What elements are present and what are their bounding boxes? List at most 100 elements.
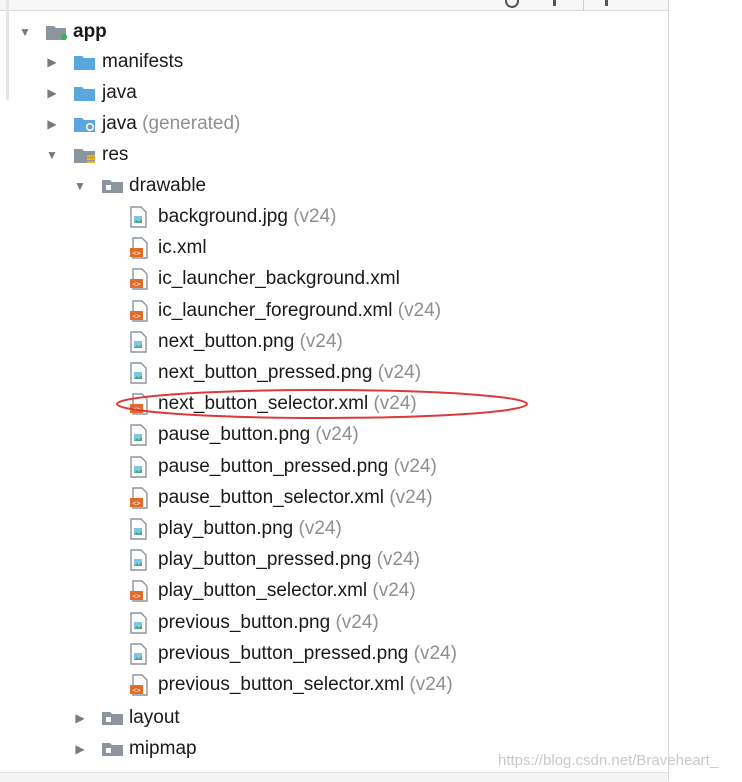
- file-qualifier: (v24): [315, 424, 359, 446]
- tree-node-file[interactable]: previous_button.png (v24): [0, 607, 668, 638]
- xml-file-icon: <>: [129, 393, 149, 420]
- tree-label-file: play_button_pressed.png (v24): [158, 544, 420, 575]
- tree-node-app[interactable]: ▼ app: [0, 16, 668, 47]
- file-qualifier: (v24): [293, 206, 337, 227]
- file-name: play_button.png: [158, 518, 294, 539]
- tree-node-file[interactable]: <> ic_launcher_background.xml: [0, 263, 668, 294]
- file-qualifier: (v24): [373, 393, 417, 415]
- collapsed-arrow-icon[interactable]: ▶: [45, 86, 59, 100]
- xml-file-icon: <>: [129, 674, 149, 701]
- tree-node-file[interactable]: <> next_button_selector.xml (v24): [0, 388, 668, 419]
- tree-node-file[interactable]: background.jpg (v24): [0, 201, 668, 232]
- expand-arrow-icon[interactable]: ▼: [18, 25, 32, 39]
- file-qualifier: (v24): [393, 455, 437, 477]
- tree-label-file: pause_button_selector.xml (v24): [158, 482, 433, 513]
- file-name: previous_button_selector.xml: [158, 674, 405, 695]
- xml-file-icon: <>: [129, 299, 149, 327]
- resource-folder-icon: [73, 146, 97, 169]
- file-qualifier: (v24): [397, 299, 442, 321]
- module-folder-icon: [45, 23, 69, 46]
- file-name: next_button_selector.xml: [158, 393, 369, 415]
- tree-node-file[interactable]: play_button.png (v24): [0, 513, 668, 544]
- tree-label-file: ic_launcher_background.xml: [158, 263, 400, 294]
- tree-label-file: play_button.png (v24): [158, 513, 342, 544]
- tree-node-file[interactable]: <> play_button_selector.xml (v24): [0, 575, 668, 606]
- collapsed-arrow-icon[interactable]: ▶: [73, 742, 87, 756]
- file-name: previous_button_pressed.png: [158, 642, 409, 664]
- xml-file-icon: <>: [129, 268, 149, 295]
- file-name: pause_button_selector.xml: [158, 486, 385, 508]
- tree-node-file[interactable]: previous_button_pressed.png (v24): [0, 638, 668, 669]
- tree-label-manifests: manifests: [102, 51, 184, 72]
- tree-node-file[interactable]: <> previous_button_selector.xml (v24): [0, 669, 668, 700]
- tree-label-java-generated: java (generated): [102, 113, 241, 134]
- image-file-icon: [129, 611, 147, 639]
- folder-icon: [73, 53, 97, 76]
- tree-node-file[interactable]: pause_button_pressed.png (v24): [0, 451, 668, 482]
- file-name: ic_launcher_background.xml: [158, 268, 400, 290]
- xml-file-icon: <>: [129, 487, 149, 514]
- tree-label-file: previous_button_selector.xml (v24): [158, 669, 453, 700]
- image-file-icon: [129, 206, 147, 233]
- collapse-icon[interactable]: [553, 0, 556, 6]
- hide-icon[interactable]: [605, 0, 608, 6]
- tree-node-file[interactable]: <> ic_launcher_foreground.xml (v24): [0, 295, 668, 326]
- tree-node-file[interactable]: next_button_pressed.png (v24): [0, 357, 668, 388]
- tree-node-drawable[interactable]: ▼ drawable: [0, 170, 668, 201]
- panel-toolbar: [0, 0, 668, 11]
- svg-text:<>: <>: [132, 593, 140, 601]
- folder-icon: [101, 741, 125, 762]
- tree-node-manifests[interactable]: ▶ manifests: [0, 46, 668, 77]
- tree-label-file: pause_button_pressed.png (v24): [158, 451, 437, 482]
- tree-node-file[interactable]: <> ic.xml: [0, 232, 668, 263]
- file-qualifier: (v24): [377, 362, 422, 383]
- tree-node-file[interactable]: next_button.png (v24): [0, 326, 668, 357]
- svg-text:<>: <>: [132, 281, 140, 289]
- tree-label-file: pause_button.png (v24): [158, 419, 359, 450]
- tree-node-file[interactable]: play_button_pressed.png (v24): [0, 544, 668, 575]
- file-name: pause_button.png: [158, 424, 311, 446]
- tree-label-mipmap: mipmap: [129, 738, 197, 759]
- expand-arrow-icon[interactable]: ▼: [45, 148, 59, 162]
- file-qualifier: (v24): [372, 580, 416, 602]
- file-qualifier: (v24): [298, 518, 342, 539]
- tree-node-file[interactable]: pause_button.png (v24): [0, 419, 668, 450]
- file-name: play_button_pressed.png: [158, 549, 372, 571]
- tree-label-java: java: [102, 82, 137, 103]
- file-name: next_button_pressed.png: [158, 362, 373, 383]
- tree-label-file: ic_launcher_foreground.xml (v24): [158, 295, 441, 326]
- tree-label-file: next_button_selector.xml (v24): [158, 388, 417, 419]
- file-name: background.jpg: [158, 206, 288, 227]
- file-qualifier: (v24): [389, 486, 433, 508]
- image-file-icon: [129, 518, 147, 545]
- tree-node-java-generated[interactable]: ▶ java (generated): [0, 108, 668, 139]
- tree-label-layout: layout: [129, 707, 180, 728]
- tree-node-res[interactable]: ▼ res: [0, 139, 668, 170]
- image-file-icon: [129, 549, 147, 576]
- tree-node-java[interactable]: ▶ java: [0, 77, 668, 108]
- svg-text:<>: <>: [132, 499, 140, 507]
- collapsed-arrow-icon[interactable]: ▶: [73, 711, 87, 725]
- file-qualifier: (v24): [335, 611, 379, 633]
- project-tree-panel: ▼ app ▶ manifests ▶ java ▶ java (generat…: [0, 0, 669, 782]
- expand-arrow-icon[interactable]: ▼: [73, 179, 87, 193]
- svg-text:<>: <>: [132, 250, 140, 258]
- file-name: ic_launcher_foreground.xml: [158, 299, 393, 321]
- image-file-icon: [129, 643, 147, 670]
- file-qualifier: (v24): [413, 642, 457, 664]
- image-file-icon: [129, 424, 147, 451]
- collapsed-arrow-icon[interactable]: ▶: [45, 117, 59, 131]
- settings-icon[interactable]: [505, 0, 519, 8]
- tree-label-file: background.jpg (v24): [158, 201, 337, 232]
- tree-label-file: ic.xml: [158, 232, 207, 263]
- tree-label-file: next_button.png (v24): [158, 326, 343, 357]
- collapsed-arrow-icon[interactable]: ▶: [45, 55, 59, 69]
- tree-node-layout[interactable]: ▶ layout: [0, 702, 668, 733]
- svg-text:<>: <>: [132, 687, 140, 695]
- file-qualifier: (v24): [376, 549, 420, 571]
- tree-node-file[interactable]: <> pause_button_selector.xml (v24): [0, 482, 668, 513]
- toolbar-separator: [583, 0, 584, 10]
- file-name: pause_button_pressed.png: [158, 455, 389, 477]
- xml-file-icon: <>: [129, 237, 149, 264]
- file-name: play_button_selector.xml: [158, 580, 368, 602]
